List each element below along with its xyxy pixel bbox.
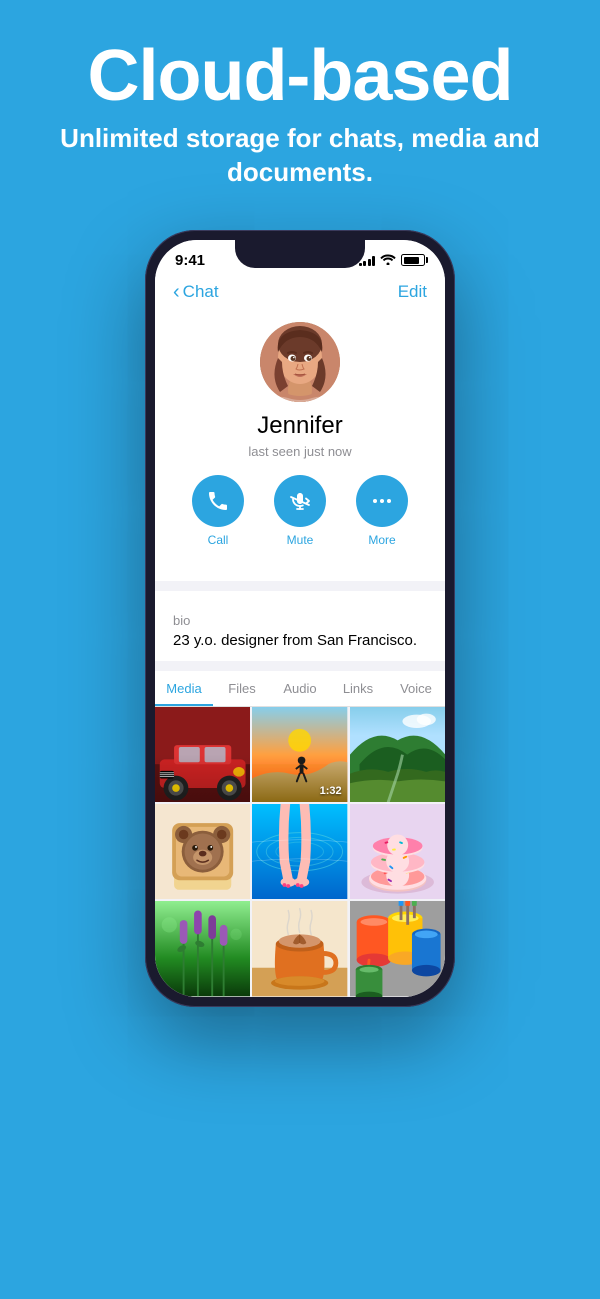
profile-name: Jennifer: [257, 412, 342, 440]
avatar: [260, 322, 340, 402]
phone-screen: 9:41: [155, 240, 445, 997]
media-item-car[interactable]: [155, 707, 250, 802]
tab-files[interactable]: Files: [213, 671, 271, 706]
call-icon: [192, 475, 244, 527]
media-item-beach[interactable]: 1:32: [252, 707, 347, 802]
profile-section: Jennifer last seen just now Call: [155, 312, 445, 571]
status-time: 9:41: [175, 252, 205, 269]
phone-outer: 9:41: [145, 230, 455, 1007]
media-item-toast[interactable]: [155, 804, 250, 899]
back-button[interactable]: ‹ Chat: [173, 281, 219, 304]
call-label: Call: [208, 533, 229, 547]
divider-2: [155, 661, 445, 671]
back-label: Chat: [183, 282, 219, 302]
avatar-image: [260, 322, 340, 402]
media-item-nature[interactable]: [350, 707, 445, 802]
more-icon: [356, 475, 408, 527]
bio-section: bio 23 y.o. designer from San Francisco.: [155, 601, 445, 661]
tabs-bar: Media Files Audio Links Voice: [155, 671, 445, 707]
status-icons: [359, 253, 426, 268]
battery-icon: [401, 254, 425, 266]
media-item-pool[interactable]: [252, 804, 347, 899]
nav-bar: ‹ Chat Edit: [155, 273, 445, 312]
media-item-coffee[interactable]: [252, 901, 347, 996]
more-label: More: [368, 533, 395, 547]
mute-label: Mute: [287, 533, 314, 547]
hero-section: Cloud-based Unlimited storage for chats,…: [0, 0, 600, 210]
hero-subtitle: Unlimited storage for chats, media and d…: [20, 122, 580, 190]
profile-status: last seen just now: [248, 444, 351, 459]
wifi-icon: [380, 253, 396, 268]
phone-notch: [235, 240, 365, 268]
bio-label: bio: [173, 613, 427, 628]
tab-media[interactable]: Media: [155, 671, 213, 706]
media-item-flowers[interactable]: [155, 901, 250, 996]
video-badge: 1:32: [320, 785, 342, 797]
edit-button[interactable]: Edit: [398, 282, 427, 302]
media-item-donuts[interactable]: [350, 804, 445, 899]
hero-title: Cloud-based: [20, 40, 580, 112]
phone-mockup: 9:41: [0, 230, 600, 1007]
call-action[interactable]: Call: [192, 475, 244, 547]
action-buttons: Call Mu: [192, 475, 408, 547]
tab-audio[interactable]: Audio: [271, 671, 329, 706]
bio-text: 23 y.o. designer from San Francisco.: [173, 632, 427, 649]
more-action[interactable]: More: [356, 475, 408, 547]
back-chevron-icon: ‹: [173, 281, 180, 304]
mute-action[interactable]: Mute: [274, 475, 326, 547]
tab-links[interactable]: Links: [329, 671, 387, 706]
divider-1: [155, 581, 445, 591]
tab-voice[interactable]: Voice: [387, 671, 445, 706]
media-item-paint[interactable]: [350, 901, 445, 996]
mute-icon: [274, 475, 326, 527]
media-grid: 1:32: [155, 707, 445, 997]
